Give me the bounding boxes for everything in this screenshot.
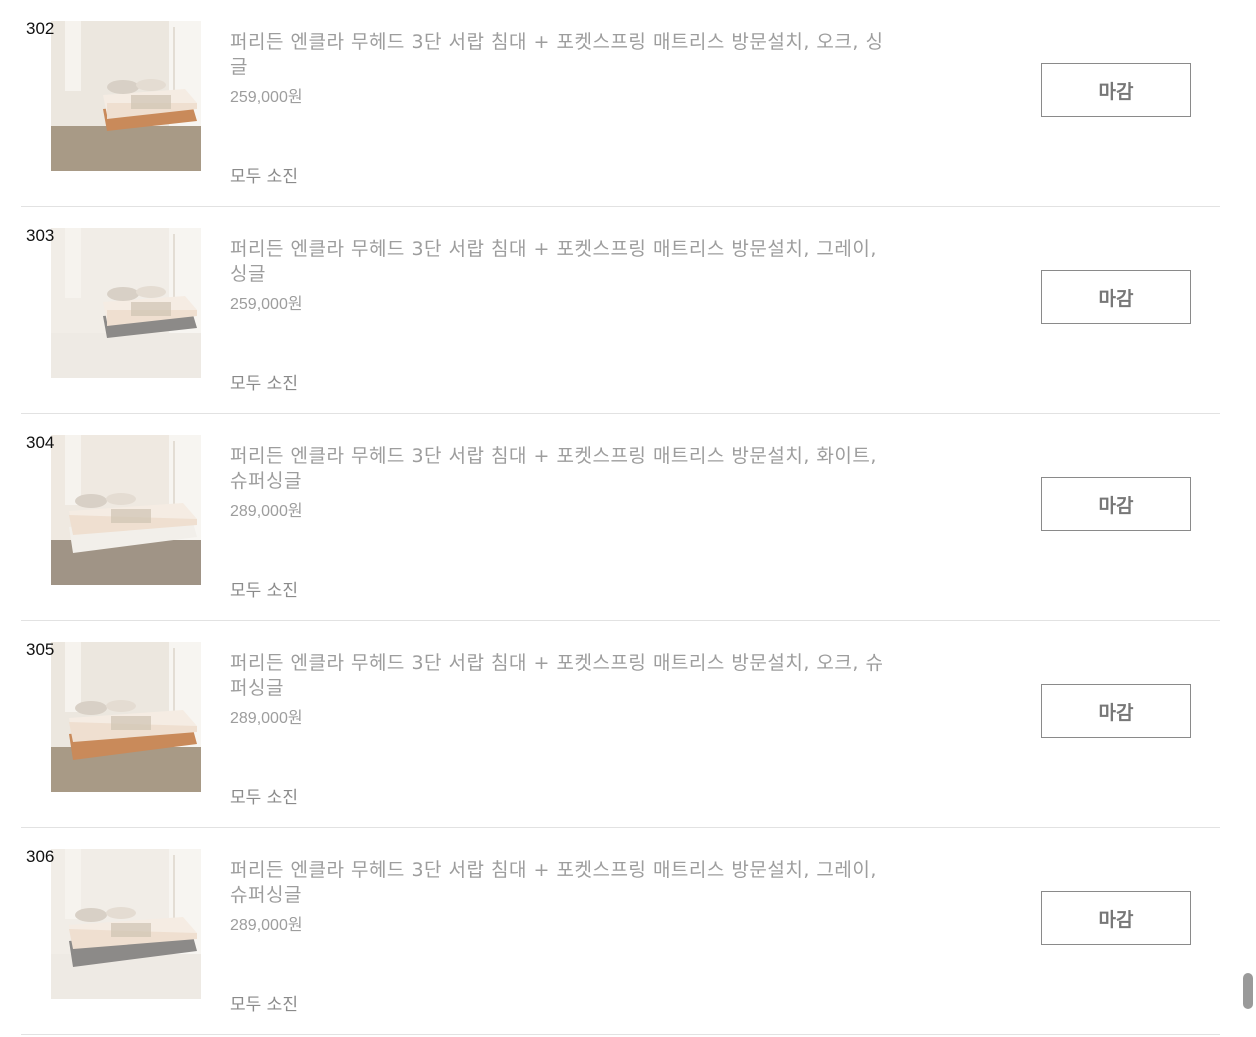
product-row: 303 퍼리든 엔클라 무헤드 3단 서랍 침대 + 포켓스프링 매트리스 방문설… — [21, 207, 1220, 414]
stock-status: 모두 소진 — [230, 374, 298, 394]
product-list-page: 302 퍼리든 엔클라 무헤드 3단 서랍 침대 + 포켓스프링 매트리스 방문설… — [0, 0, 1256, 1037]
product-price: 259,000원 — [230, 296, 303, 313]
product-price: 289,000원 — [230, 503, 303, 520]
product-row: 305 퍼리든 엔클라 무헤드 3단 서랍 침대 + 포켓스프링 매트리스 방문설… — [21, 621, 1220, 828]
product-title[interactable]: 퍼리든 엔클라 무헤드 3단 서랍 침대 + 포켓스프링 매트리스 방문설치, … — [230, 651, 890, 701]
stock-status: 모두 소진 — [230, 167, 298, 187]
product-image[interactable] — [51, 849, 201, 999]
product-list: 302 퍼리든 엔클라 무헤드 3단 서랍 침대 + 포켓스프링 매트리스 방문설… — [21, 0, 1220, 1035]
closed-button[interactable]: 마감 — [1041, 477, 1191, 531]
stock-status: 모두 소진 — [230, 995, 298, 1015]
product-row: 302 퍼리든 엔클라 무헤드 3단 서랍 침대 + 포켓스프링 매트리스 방문설… — [21, 0, 1220, 207]
product-image[interactable] — [51, 435, 201, 585]
scrollbar-thumb[interactable] — [1243, 973, 1253, 1009]
product-number: 303 — [26, 226, 55, 245]
product-number: 302 — [26, 19, 55, 38]
product-title[interactable]: 퍼리든 엔클라 무헤드 3단 서랍 침대 + 포켓스프링 매트리스 방문설치, … — [230, 858, 890, 908]
product-number: 305 — [26, 640, 55, 659]
product-title[interactable]: 퍼리든 엔클라 무헤드 3단 서랍 침대 + 포켓스프링 매트리스 방문설치, … — [230, 30, 890, 80]
stock-status: 모두 소진 — [230, 581, 298, 601]
product-image[interactable] — [51, 21, 201, 171]
vertical-scrollbar[interactable] — [1240, 0, 1256, 1037]
product-title[interactable]: 퍼리든 엔클라 무헤드 3단 서랍 침대 + 포켓스프링 매트리스 방문설치, … — [230, 237, 890, 287]
closed-button[interactable]: 마감 — [1041, 270, 1191, 324]
stock-status: 모두 소진 — [230, 788, 298, 808]
product-price: 259,000원 — [230, 89, 303, 106]
product-price: 289,000원 — [230, 710, 303, 727]
product-image[interactable] — [51, 642, 201, 792]
product-number: 306 — [26, 847, 55, 866]
closed-button[interactable]: 마감 — [1041, 684, 1191, 738]
closed-button[interactable]: 마감 — [1041, 63, 1191, 117]
product-row: 304 퍼리든 엔클라 무헤드 3단 서랍 침대 + 포켓스프링 매트리스 방문설… — [21, 414, 1220, 621]
product-title[interactable]: 퍼리든 엔클라 무헤드 3단 서랍 침대 + 포켓스프링 매트리스 방문설치, … — [230, 444, 890, 494]
product-number: 304 — [26, 433, 55, 452]
product-price: 289,000원 — [230, 917, 303, 934]
product-image[interactable] — [51, 228, 201, 378]
closed-button[interactable]: 마감 — [1041, 891, 1191, 945]
product-row: 306 퍼리든 엔클라 무헤드 3단 서랍 침대 + 포켓스프링 매트리스 방문설… — [21, 828, 1220, 1035]
